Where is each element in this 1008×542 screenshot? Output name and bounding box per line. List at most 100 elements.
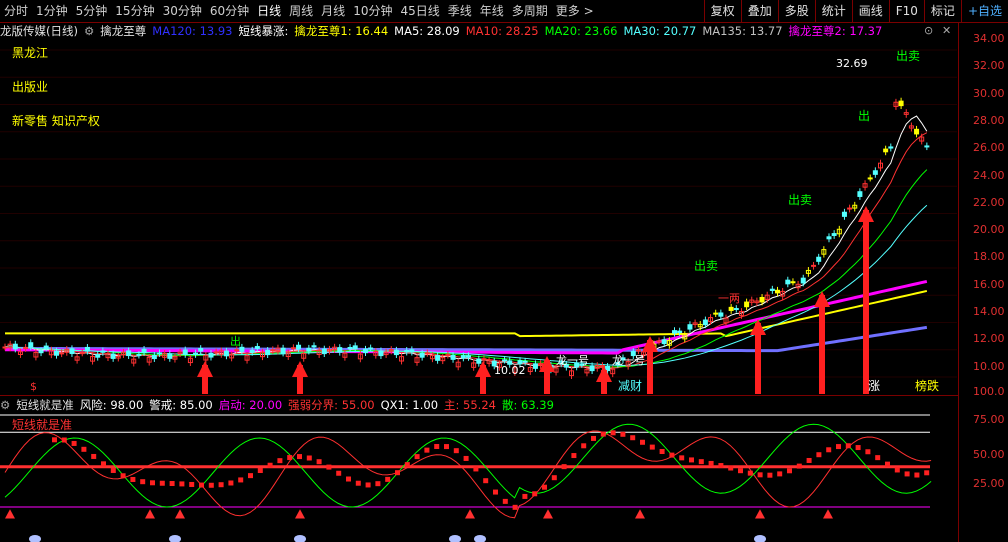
period-tab[interactable]: 10分钟 [349,0,396,22]
expand-icon[interactable]: ⊙ [924,24,933,37]
candle-body [718,312,724,317]
candle-body [476,358,482,364]
staircase-block [150,480,155,486]
staircase-block [581,443,587,449]
staircase-block [414,454,420,460]
staircase-block [865,449,871,455]
staircase-block [502,498,508,504]
candle-body [368,347,374,350]
staircase-block [71,440,77,446]
period-tab[interactable]: 分时 [0,0,32,22]
chart-title-bar: 龙版传媒(日线) ⚙ 擒龙至尊 MA120: 13.93 短线暴涨: 擒龙至尊1… [0,23,960,39]
sub-indicator-chart[interactable] [0,412,957,542]
small-up-arrow [175,509,185,519]
period-toolbar: 分时 1分钟 5分钟 15分钟 30分钟 60分钟 日线 周线 月线 10分钟 45日线 季线 年线 多周… [0,0,1008,23]
sub-settings-icon[interactable]: ⚙ [0,398,10,412]
staircase-block [483,478,489,484]
period-tab[interactable]: 季线 [444,0,476,22]
candle-body [59,352,65,355]
period-tab[interactable]: 30分钟 [159,0,206,22]
staircase-block [257,468,263,474]
price-tick: 34.00 [973,32,1005,45]
candle-body [290,347,296,350]
toolbar-button[interactable]: F10 [888,0,924,22]
staircase-block [757,472,763,478]
candle-body [254,346,260,349]
candle-body [532,363,538,369]
staircase-block [551,475,557,481]
retail-value: 散: 63.39 [501,397,554,412]
period-tab[interactable]: 更多 > [552,0,598,22]
toolbar-button[interactable]: 复权 [703,0,741,22]
period-tab[interactable]: 1分钟 [32,0,72,22]
price-tick: 20.00 [973,223,1005,237]
staircase-block [91,453,97,459]
staircase-block [610,430,616,436]
staircase-block [218,482,224,488]
staircase-block [855,445,861,451]
candle-body [847,207,853,210]
period-tab[interactable]: 60分钟 [206,0,253,22]
sub-indicator-subtitle: 短线就是准 [12,418,73,432]
period-tab[interactable]: 多周期 [508,0,552,22]
high-price-label: 32.69 [836,57,868,70]
staircase-block [287,455,293,461]
small-up-arrow [465,509,475,519]
candle-body [898,100,904,107]
buy-arrow-head [197,361,213,377]
staircase-block [238,477,244,483]
toolbar-button[interactable]: 多股 [777,0,815,22]
candle-body [54,350,59,356]
period-tab[interactable]: 15分钟 [111,0,158,22]
toolbar-right-buttons: 复权 叠加 多股 统计 画线 F10 标记 +自选 [703,0,1008,22]
staircase-block [669,452,675,458]
staircase-block [512,504,518,510]
staircase-block [600,431,606,437]
period-tab[interactable]: 周线 [285,0,317,22]
main-value: 主: 55.24 [444,397,496,412]
candle-body [213,351,219,354]
period-tab[interactable]: 月线 [317,0,349,22]
staircase-block [346,476,351,482]
period-tab[interactable]: 日线 [253,0,285,22]
staircase-block [816,452,822,458]
staircase-block [199,482,204,488]
candle-body [409,349,415,353]
price-tick: 14.00 [973,305,1005,318]
period-tabs: 分时 1分钟 5分钟 15分钟 30分钟 60分钟 日线 周线 月线 10分钟 45日线 季线 年线 多周… [0,0,598,22]
candle-body [193,352,199,355]
toolbar-button[interactable]: 统计 [814,0,852,22]
staircase-block [796,463,802,469]
period-tab[interactable]: 45日线 [396,0,443,22]
candle-body [728,306,734,311]
staircase-block [395,470,400,476]
toolbar-button[interactable]: 叠加 [740,0,778,22]
short-burst-label: 短线暴涨: [238,24,289,38]
staircase-block [326,464,332,470]
price-tick: 16.00 [973,277,1005,291]
staircase-block [630,435,636,441]
price-chart[interactable]: 32.6910.02出卖出卖出卖出出减财涨榜跌$龙一号 龙一号一两 [0,40,957,394]
indicator-name[interactable]: 擒龙至尊 [100,23,146,39]
candle-body [126,350,132,357]
risk-value: 风险: 98.00 [79,397,144,412]
sub-indicator-name[interactable]: 短线就是准 [16,397,74,413]
small-up-arrow [295,509,305,519]
toolbar-button[interactable]: +自选 [960,0,1008,22]
qlzz2-value: 擒龙至尊2: 17.37 [788,24,883,38]
toolbar-button[interactable]: 画线 [851,0,889,22]
staircase-block [110,467,116,473]
toolbar-button[interactable]: 标记 [923,0,961,22]
candle-body [687,324,693,330]
staircase-block [453,448,459,454]
settings-icon[interactable]: ⚙ [84,24,94,38]
candle-body [311,345,317,348]
indicator-tick: 100.0 [973,385,1005,398]
candle-body [800,277,806,284]
period-tab[interactable]: 5分钟 [72,0,112,22]
staircase-block [365,482,371,488]
candle-body [857,191,863,197]
close-icon[interactable]: ✕ [942,24,951,37]
period-tab[interactable]: 年线 [476,0,508,22]
ma5-line [4,115,928,369]
